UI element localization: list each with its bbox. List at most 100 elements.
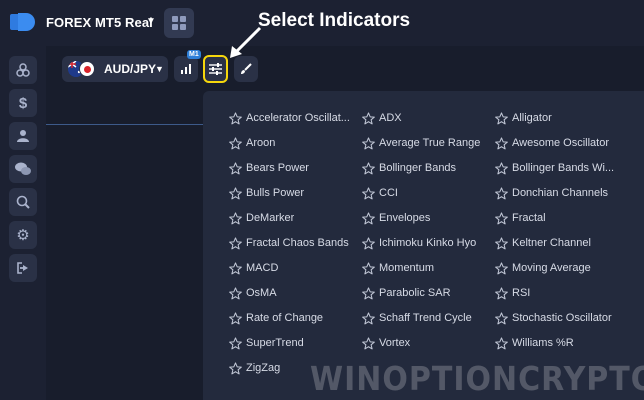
star-icon[interactable] <box>362 286 375 300</box>
sidebar-item-finance[interactable]: $ <box>9 89 37 117</box>
indicator-label: Accelerator Oscillat... <box>246 112 350 124</box>
sidebar-item-analytics[interactable] <box>9 188 37 216</box>
star-icon[interactable] <box>229 261 242 275</box>
indicator-label: Fractal Chaos Bands <box>246 237 349 249</box>
indicator-label: Alligator <box>512 112 552 124</box>
star-icon[interactable] <box>362 236 375 250</box>
drawing-tools-button[interactable] <box>234 56 258 82</box>
indicator-item[interactable]: Stochastic Oscillator <box>495 308 635 328</box>
indicator-item[interactable]: ADX <box>362 108 482 128</box>
star-icon[interactable] <box>495 286 508 300</box>
star-icon[interactable] <box>495 186 508 200</box>
bar-chart-icon <box>181 64 191 74</box>
indicator-item[interactable]: Bollinger Bands Wi... <box>495 158 635 178</box>
indicator-item[interactable]: Fractal <box>495 208 635 228</box>
star-icon[interactable] <box>495 336 508 350</box>
account-selector-label[interactable]: FOREX MT5 Real <box>46 15 153 30</box>
star-icon[interactable] <box>229 361 242 375</box>
indicator-item[interactable]: Bears Power <box>229 158 355 178</box>
indicator-item[interactable]: Bulls Power <box>229 183 355 203</box>
asset-selector-button[interactable]: AUD/JPY ▼ <box>62 56 168 82</box>
sidebar-item-chat[interactable] <box>9 155 37 183</box>
top-bar: FOREX MT5 Real ▼ Select Indicators <box>0 0 644 46</box>
indicator-item[interactable]: Momentum <box>362 258 482 278</box>
indicator-label: DeMarker <box>246 212 295 224</box>
grid-icon <box>172 16 186 30</box>
sidebar-item-profile[interactable] <box>9 122 37 150</box>
brush-icon <box>241 63 252 74</box>
indicator-item[interactable]: Ichimoku Kinko Hyo <box>362 233 482 253</box>
indicator-item[interactable]: MACD <box>229 258 355 278</box>
indicator-item[interactable]: Envelopes <box>362 208 482 228</box>
star-icon[interactable] <box>362 111 375 125</box>
annotation-arrow-icon <box>230 26 262 58</box>
star-icon[interactable] <box>229 186 242 200</box>
sidebar: $ ⚙ <box>0 46 46 400</box>
watermark: WINOPTIONCRYPTO.COM <box>310 360 644 399</box>
user-icon <box>17 130 29 142</box>
sidebar-item-logout[interactable] <box>9 254 37 282</box>
indicators-button[interactable] <box>203 55 228 83</box>
indicator-label: OsMA <box>246 287 277 299</box>
indicator-label: ZigZag <box>246 362 281 374</box>
indicator-label: Envelopes <box>379 212 431 224</box>
indicator-item[interactable]: OsMA <box>229 283 355 303</box>
star-icon[interactable] <box>362 136 375 150</box>
chevron-down-icon: ▼ <box>155 64 164 74</box>
sidebar-item-settings[interactable]: ⚙ <box>9 221 37 249</box>
grid-menu-button[interactable] <box>164 8 194 38</box>
star-icon[interactable] <box>229 311 242 325</box>
indicator-label: Parabolic SAR <box>379 287 451 299</box>
indicator-item[interactable]: Accelerator Oscillat... <box>229 108 355 128</box>
star-icon[interactable] <box>229 336 242 350</box>
sliders-icon <box>209 63 222 75</box>
indicator-item[interactable]: Awesome Oscillator <box>495 133 635 153</box>
indicator-item[interactable]: SuperTrend <box>229 333 355 353</box>
star-icon[interactable] <box>362 186 375 200</box>
indicator-item[interactable]: Williams %R <box>495 333 635 353</box>
dollar-icon: $ <box>18 94 28 112</box>
star-icon[interactable] <box>495 136 508 150</box>
indicator-item[interactable]: RSI <box>495 283 635 303</box>
indicator-item[interactable]: Schaff Trend Cycle <box>362 308 482 328</box>
indicator-label: Average True Range <box>379 137 481 149</box>
star-icon[interactable] <box>362 161 375 175</box>
indicator-label: Bollinger Bands <box>379 162 457 174</box>
star-icon[interactable] <box>229 236 242 250</box>
indicator-item[interactable]: Fractal Chaos Bands <box>229 233 355 253</box>
indicator-item[interactable]: CCI <box>362 183 482 203</box>
star-icon[interactable] <box>362 311 375 325</box>
indicator-item[interactable]: Alligator <box>495 108 635 128</box>
star-icon[interactable] <box>229 161 242 175</box>
indicator-item[interactable]: Average True Range <box>362 133 482 153</box>
star-icon[interactable] <box>362 336 375 350</box>
star-icon[interactable] <box>495 236 508 250</box>
indicator-item[interactable]: Bollinger Bands <box>362 158 482 178</box>
star-icon[interactable] <box>362 211 375 225</box>
indicator-item[interactable]: Parabolic SAR <box>362 283 482 303</box>
indicator-label: Schaff Trend Cycle <box>379 312 472 324</box>
star-icon[interactable] <box>362 261 375 275</box>
sidebar-item-balance[interactable] <box>9 56 37 84</box>
chevron-down-icon[interactable]: ▼ <box>146 16 156 27</box>
chart-type-button[interactable] <box>174 56 198 82</box>
indicator-item[interactable]: Vortex <box>362 333 482 353</box>
logout-icon <box>17 262 28 274</box>
indicator-item[interactable]: Donchian Channels <box>495 183 635 203</box>
indicator-label: Moving Average <box>512 262 591 274</box>
indicator-item[interactable]: DeMarker <box>229 208 355 228</box>
star-icon[interactable] <box>495 261 508 275</box>
indicator-item[interactable]: Keltner Channel <box>495 233 635 253</box>
star-icon[interactable] <box>495 111 508 125</box>
star-icon[interactable] <box>495 211 508 225</box>
star-icon[interactable] <box>229 111 242 125</box>
indicator-label: Bulls Power <box>246 187 305 199</box>
star-icon[interactable] <box>495 161 508 175</box>
indicator-item[interactable]: Rate of Change <box>229 308 355 328</box>
indicator-item[interactable]: Moving Average <box>495 258 635 278</box>
star-icon[interactable] <box>229 211 242 225</box>
star-icon[interactable] <box>229 136 242 150</box>
star-icon[interactable] <box>495 311 508 325</box>
star-icon[interactable] <box>229 286 242 300</box>
indicator-item[interactable]: Aroon <box>229 133 355 153</box>
